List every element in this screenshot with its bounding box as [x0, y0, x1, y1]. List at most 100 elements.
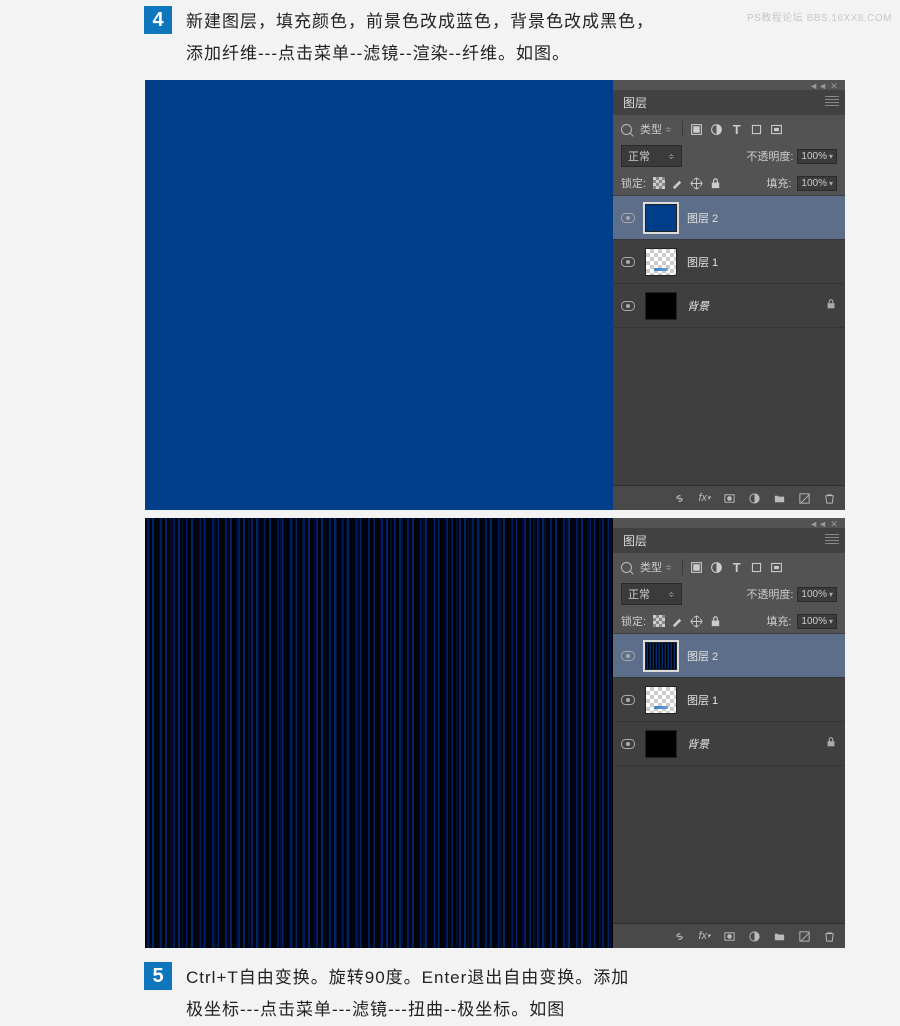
visibility-icon[interactable] — [621, 695, 635, 705]
fill-value[interactable]: 100%▾ — [797, 176, 837, 191]
close-icon[interactable]: ✕ — [829, 520, 839, 528]
chevron-icon: ▾ — [829, 590, 833, 599]
step-5-text: Ctrl+T自由变换。旋转90度。Enter退出自由变换。添加 极坐标---点击… — [186, 962, 629, 1026]
visibility-icon[interactable] — [621, 651, 635, 661]
link-icon[interactable] — [672, 491, 687, 505]
filter-type-icon[interactable]: T — [729, 560, 745, 574]
layer-row-2[interactable]: 图层 2 — [613, 634, 845, 678]
layers-panel: ◄◄ ✕ 图层 类型 ≑ T 正常 ≑ — [613, 80, 845, 510]
chevron-down-icon: ≑ — [668, 152, 675, 161]
filter-type-icon[interactable]: T — [729, 122, 745, 136]
layer-name: 背景 — [687, 736, 709, 752]
filter-shape-icon[interactable] — [749, 122, 765, 136]
filter-type-dropdown[interactable]: 类型 ≑ — [636, 120, 676, 138]
lock-position-icon[interactable] — [690, 177, 703, 190]
step-5: 5 Ctrl+T自由变换。旋转90度。Enter退出自由变换。添加 极坐标---… — [144, 962, 900, 1026]
search-icon[interactable] — [621, 124, 632, 135]
lock-label: 锁定: — [621, 175, 646, 191]
trash-icon[interactable] — [822, 491, 837, 505]
layer-thumbnail[interactable] — [645, 642, 677, 670]
chevron-icon: ▾ — [829, 179, 833, 188]
divider — [682, 559, 683, 575]
new-layer-icon[interactable] — [797, 929, 812, 943]
layer-row-1[interactable]: 图层 1 — [613, 678, 845, 722]
lock-all-icon[interactable] — [709, 615, 722, 628]
layer-name: 图层 2 — [687, 648, 718, 664]
visibility-icon[interactable] — [621, 739, 635, 749]
type-label: 类型 — [640, 559, 662, 575]
mask-icon[interactable] — [722, 929, 737, 943]
layer-thumbnail[interactable] — [645, 292, 677, 320]
layer-row-bg[interactable]: 背景 — [613, 284, 845, 328]
blend-row: 正常 ≑ 不透明度: 100%▾ — [613, 579, 845, 609]
visibility-icon[interactable] — [621, 301, 635, 311]
layer-name: 图层 2 — [687, 210, 718, 226]
blend-mode-dropdown[interactable]: 正常 ≑ — [621, 145, 682, 167]
layer-thumbnail[interactable] — [645, 730, 677, 758]
lock-icon — [825, 298, 837, 313]
folder-icon[interactable] — [772, 491, 787, 505]
panel-title: 图层 — [613, 528, 845, 553]
close-icon[interactable]: ✕ — [829, 82, 839, 90]
step5-line2: 极坐标---点击菜单---滤镜---扭曲--极坐标。如图 — [186, 994, 629, 1026]
fx-icon[interactable]: fx▾ — [697, 491, 712, 505]
lock-all-icon[interactable] — [709, 177, 722, 190]
adjustment-icon[interactable] — [747, 491, 762, 505]
lock-row: 锁定: 填充: 100%▾ — [613, 171, 845, 196]
layer-row-bg[interactable]: 背景 — [613, 722, 845, 766]
opacity-value[interactable]: 100%▾ — [797, 587, 837, 602]
filter-type-dropdown[interactable]: 类型 ≑ — [636, 558, 676, 576]
layer-row-2[interactable]: 图层 2 — [613, 196, 845, 240]
canvas-fibers — [145, 518, 613, 948]
layer-name: 图层 1 — [687, 254, 718, 270]
chevron-down-icon: ≑ — [665, 563, 672, 572]
opacity-value[interactable]: 100%▾ — [797, 149, 837, 164]
panel-bottom-toolbar: fx▾ — [613, 485, 845, 510]
filter-row: 类型 ≑ T — [613, 553, 845, 579]
folder-icon[interactable] — [772, 929, 787, 943]
divider — [682, 121, 683, 137]
visibility-icon[interactable] — [621, 257, 635, 267]
layers-list: 图层 2 图层 1 背景 — [613, 196, 845, 485]
new-layer-icon[interactable] — [797, 491, 812, 505]
filter-shape-icon[interactable] — [749, 560, 765, 574]
step-4-text: 新建图层，填充颜色，前景色改成蓝色，背景色改成黑色， 添加纤维---点击菜单--… — [186, 6, 654, 70]
filter-pixel-icon[interactable] — [689, 122, 705, 136]
lock-label: 锁定: — [621, 613, 646, 629]
chevron-down-icon: ≑ — [668, 590, 675, 599]
fx-icon[interactable]: fx▾ — [697, 929, 712, 943]
mask-icon[interactable] — [722, 491, 737, 505]
fill-label: 填充: — [766, 613, 791, 629]
layer-thumbnail[interactable] — [645, 204, 677, 232]
fx-label: fx — [698, 492, 707, 504]
trash-icon[interactable] — [822, 929, 837, 943]
filter-smart-icon[interactable] — [769, 560, 785, 574]
lock-transparency-icon[interactable] — [652, 177, 665, 190]
filter-smart-icon[interactable] — [769, 122, 785, 136]
adjustment-icon[interactable] — [747, 929, 762, 943]
visibility-icon[interactable] — [621, 213, 635, 223]
chevron-icon: ▾ — [829, 617, 833, 626]
link-icon[interactable] — [672, 929, 687, 943]
fx-label: fx — [698, 930, 707, 942]
screenshot-2: ◄◄ ✕ 图层 类型 ≑ T 正常 ≑ — [145, 518, 845, 948]
layer-thumbnail[interactable] — [645, 686, 677, 714]
collapse-icon[interactable]: ◄◄ — [813, 82, 823, 90]
layer-thumbnail[interactable] — [645, 248, 677, 276]
lock-brush-icon[interactable] — [671, 615, 684, 628]
lock-transparency-icon[interactable] — [652, 615, 665, 628]
blend-mode-dropdown[interactable]: 正常 ≑ — [621, 583, 682, 605]
filter-pixel-icon[interactable] — [689, 560, 705, 574]
spacer — [145, 510, 900, 518]
lock-position-icon[interactable] — [690, 615, 703, 628]
step-number-badge: 4 — [144, 6, 172, 34]
collapse-icon[interactable]: ◄◄ — [813, 520, 823, 528]
layer-row-1[interactable]: 图层 1 — [613, 240, 845, 284]
filter-adjustment-icon[interactable] — [709, 560, 725, 574]
opacity-pct: 100% — [801, 589, 827, 600]
fill-value[interactable]: 100%▾ — [797, 614, 837, 629]
lock-brush-icon[interactable] — [671, 177, 684, 190]
search-icon[interactable] — [621, 562, 632, 573]
opacity-label: 不透明度: — [746, 586, 793, 602]
filter-adjustment-icon[interactable] — [709, 122, 725, 136]
